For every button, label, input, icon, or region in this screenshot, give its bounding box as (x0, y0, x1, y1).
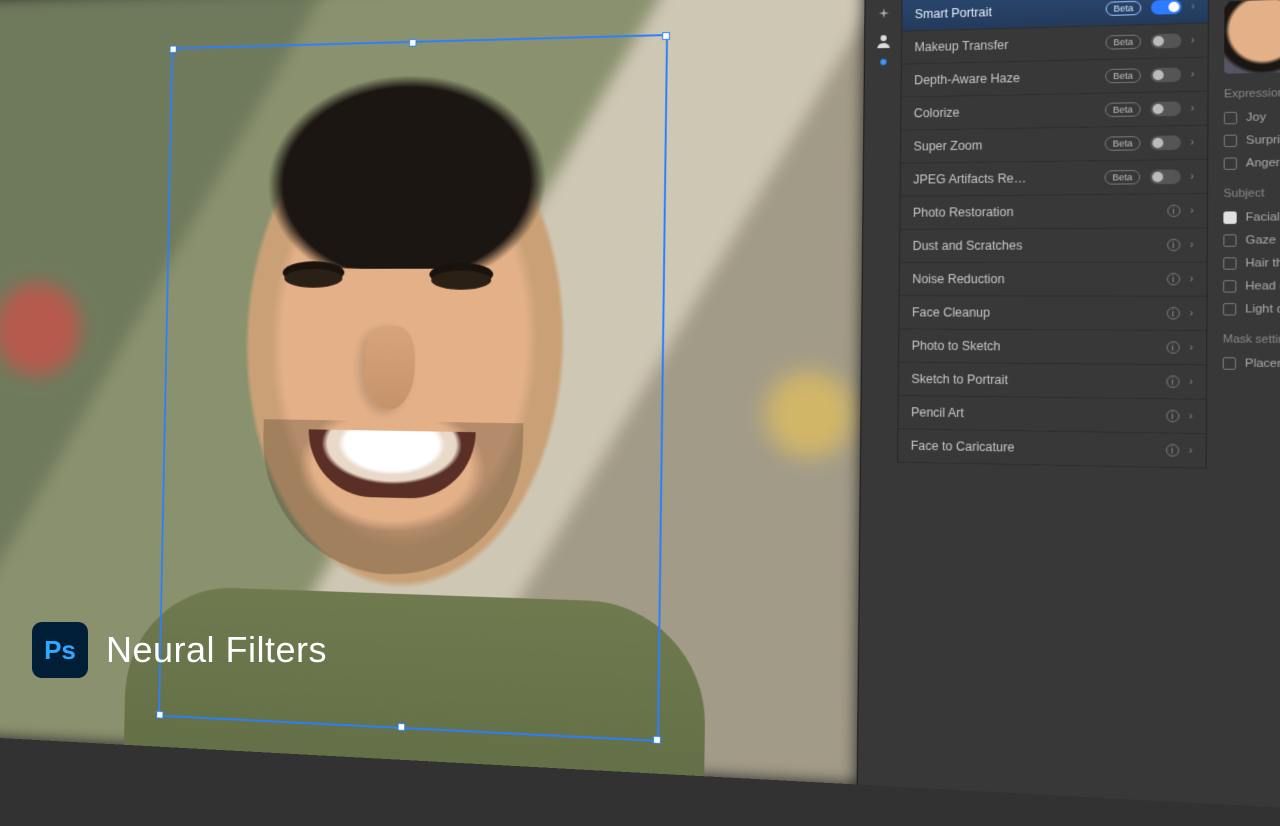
filter-label: JPEG Artifacts Re… (913, 170, 1105, 186)
filter-row[interactable]: Dust and Scratchesi › (900, 228, 1207, 263)
option-light-direction[interactable]: Light direction (1223, 298, 1280, 322)
beta-badge: Beta (1106, 1, 1141, 16)
info-icon[interactable]: i (1166, 307, 1179, 319)
chevron-right-icon: › (1189, 308, 1193, 319)
info-icon[interactable]: i (1167, 273, 1180, 285)
option-anger[interactable]: Anger (1224, 149, 1280, 176)
filter-row[interactable]: Face Cleanupi › (899, 296, 1206, 331)
filter-label: Colorize (914, 103, 1105, 121)
subject-eye (284, 269, 342, 288)
info-icon[interactable]: i (1167, 239, 1180, 251)
filter-label: Smart Portrait (915, 2, 1106, 22)
chevron-right-icon: › (1190, 137, 1194, 148)
filter-toggle[interactable] (1150, 33, 1181, 48)
filter-list: Smart PortraitBeta›Makeup TransferBeta›D… (898, 0, 1209, 469)
filter-label: Photo to Sketch (912, 339, 1167, 355)
info-icon[interactable]: i (1166, 444, 1179, 457)
option-hair-thickness[interactable]: Hair thickness (1223, 251, 1280, 275)
info-icon[interactable]: i (1166, 341, 1179, 354)
filter-row[interactable]: ColorizeBeta › (901, 92, 1207, 131)
face-thumbnail[interactable] (1224, 0, 1280, 74)
filter-row[interactable]: JPEG Artifacts Re…Beta › (901, 160, 1207, 197)
chevron-right-icon: › (1191, 69, 1195, 80)
filter-label: Pencil Art (911, 405, 1166, 423)
beta-badge: Beta (1106, 34, 1141, 49)
chevron-right-icon: › (1190, 171, 1194, 182)
chevron-right-icon: › (1189, 376, 1193, 387)
option-gaze[interactable]: Gaze (1223, 228, 1280, 252)
section-subject: Subject (1223, 185, 1280, 200)
overlay-branding: Ps Neural Filters (32, 622, 327, 678)
filter-row[interactable]: Super ZoomBeta › (901, 126, 1207, 164)
filter-row[interactable]: Noise Reductioni › (900, 262, 1207, 296)
filter-label: Sketch to Portrait (911, 372, 1166, 389)
subject-eye (431, 271, 491, 290)
filter-label: Dust and Scratches (913, 238, 1167, 253)
option-placement[interactable]: Placement (1223, 352, 1280, 378)
chevron-right-icon: › (1190, 103, 1194, 114)
filter-label: Makeup Transfer (914, 35, 1105, 54)
filter-label: Noise Reduction (912, 272, 1166, 286)
filter-row[interactable]: Sketch to Portraiti › (899, 363, 1206, 400)
option-head-direction[interactable]: Head direction (1223, 275, 1280, 299)
filter-label: Depth-Aware Haze (914, 69, 1105, 87)
chevron-right-icon: › (1189, 342, 1193, 353)
filter-label: Face to Caricature (911, 439, 1166, 458)
filter-row[interactable]: Photo Restorationi › (900, 194, 1207, 230)
beta-badge: Beta (1105, 102, 1140, 117)
chevron-right-icon: › (1190, 239, 1194, 250)
filter-row[interactable]: Pencil Arti › (898, 396, 1205, 434)
neural-filters-panel: Neural Filters Smart PortraitBeta›Makeup… (857, 0, 1280, 821)
chevron-right-icon: › (1190, 205, 1194, 216)
section-mask: Mask settings (1223, 333, 1280, 347)
option-facial-age[interactable]: Facial age (1223, 204, 1280, 229)
sparkle-icon[interactable] (875, 7, 892, 23)
filter-toggle[interactable] (1150, 169, 1181, 184)
filter-options: Expressions Joy Surprise Anger Subject F… (1207, 0, 1280, 475)
person-icon[interactable] (875, 33, 892, 49)
filter-row[interactable]: Photo to Sketchi › (899, 329, 1206, 365)
info-icon[interactable]: i (1166, 410, 1179, 423)
filter-row[interactable]: Face to Caricaturei › (898, 429, 1206, 468)
beta-badge: Beta (1105, 136, 1140, 151)
active-indicator-icon (880, 59, 886, 65)
chevron-right-icon: › (1189, 445, 1193, 457)
filter-label: Super Zoom (913, 137, 1105, 154)
filter-toggle[interactable] (1150, 67, 1181, 82)
beta-badge: Beta (1105, 68, 1140, 83)
option-surprise[interactable]: Surprise (1224, 125, 1280, 152)
filter-toggle[interactable] (1150, 135, 1181, 150)
filter-label: Photo Restoration (913, 204, 1167, 220)
beta-badge: Beta (1105, 170, 1140, 185)
info-icon[interactable]: i (1166, 375, 1179, 388)
filter-toggle[interactable] (1150, 101, 1181, 116)
info-icon[interactable]: i (1167, 205, 1180, 217)
filter-toggle[interactable] (1151, 0, 1182, 15)
photoshop-logo-icon: Ps (32, 622, 88, 678)
option-joy[interactable]: Joy (1224, 102, 1280, 130)
filter-label: Face Cleanup (912, 305, 1167, 320)
chevron-right-icon: › (1189, 410, 1193, 422)
overlay-title: Neural Filters (106, 629, 327, 671)
chevron-right-icon: › (1191, 1, 1195, 12)
chevron-right-icon: › (1190, 273, 1194, 284)
chevron-right-icon: › (1191, 35, 1195, 46)
section-expressions: Expressions (1224, 83, 1280, 101)
panel-category-strip (861, 0, 903, 463)
